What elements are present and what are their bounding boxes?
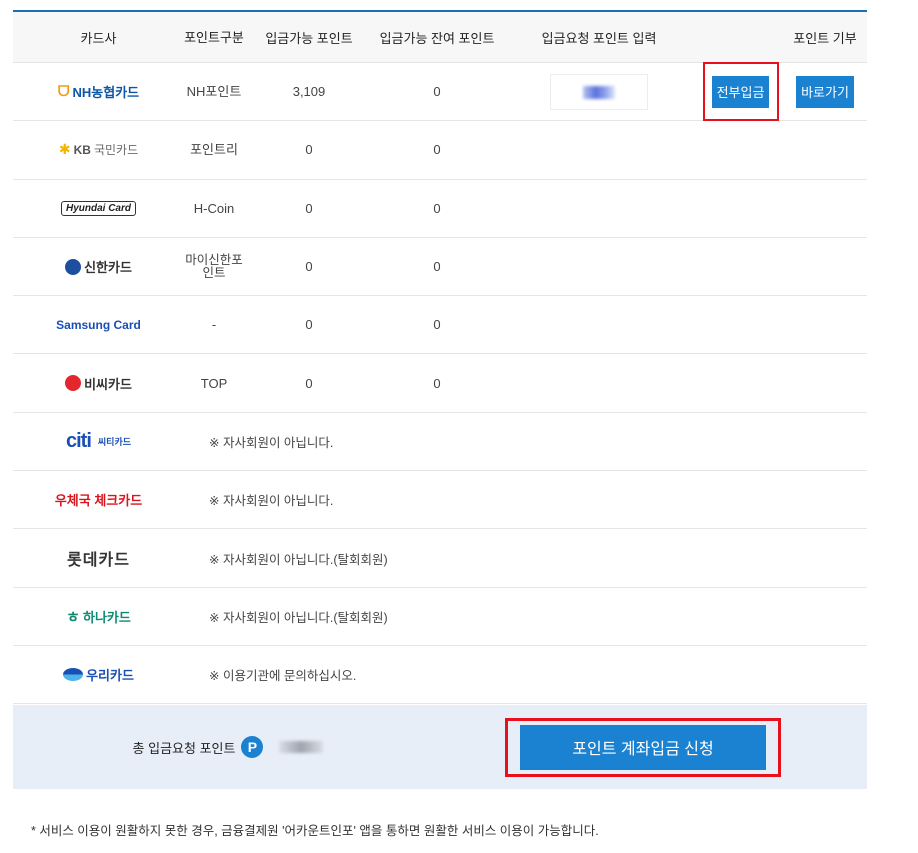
header-donate: 포인트 기부 xyxy=(793,30,857,46)
table-row: ㅎ 하나카드 ※ 자사회원이 아닙니다.(탈회회원) xyxy=(13,588,867,646)
donate-go-button[interactable]: 바로가기 xyxy=(796,75,854,108)
total-label: 총 입금요청 포인트 xyxy=(132,740,236,756)
bc-logo-icon xyxy=(65,375,82,392)
header-point-type: 포인트구분 xyxy=(184,29,244,45)
available-points: 0 xyxy=(305,317,313,333)
shinhan-logo-icon xyxy=(65,258,82,275)
table-header: 카드사 포인트구분 입금가능 포인트 입금가능 잔여 포인트 입금요청 포인트 … xyxy=(13,10,867,63)
point-type: - xyxy=(211,317,217,333)
apply-deposit-button[interactable]: 포인트 계좌입금 신청 xyxy=(520,724,766,770)
table-row: 우리카드 ※ 이용기관에 문의하십시오. xyxy=(13,646,867,705)
notice-text: ※ 자사회원이 아닙니다.(탈회회원) xyxy=(209,552,388,567)
table-row: 우체국 체크카드 ※ 자사회원이 아닙니다. xyxy=(13,471,867,530)
card-logo-woori: 우리카드 xyxy=(13,665,184,684)
card-logo-lotte: 롯데카드 xyxy=(67,552,130,570)
header-request-input: 입금요청 포인트 입력 xyxy=(541,30,657,46)
highlight-box: 포인트 계좌입금 신청 xyxy=(505,717,781,777)
header-available-points: 입금가능 포인트 xyxy=(265,30,353,46)
point-type: H-Coin xyxy=(193,200,235,216)
table-row: 비씨카드 TOP 0 0 xyxy=(13,354,867,413)
hana-logo-icon: ㅎ xyxy=(66,608,80,626)
point-table: 카드사 포인트구분 입금가능 포인트 입금가능 잔여 포인트 입금요청 포인트 … xyxy=(13,10,867,790)
card-logo-kb: ✱ KB 국민카드 xyxy=(58,141,139,158)
card-logo-post: 우체국 체크카드 xyxy=(54,493,143,509)
remaining-points: 0 xyxy=(433,375,441,391)
remaining-points: 0 xyxy=(433,84,441,100)
available-points: 0 xyxy=(305,200,313,216)
total-request-points: 총 입금요청 포인트 P xyxy=(13,736,443,759)
card-logo-citi: citi 씨티카드 xyxy=(65,429,132,452)
deposit-all-button[interactable]: 전부입금 xyxy=(711,75,770,108)
nh-logo-icon: ᗜ xyxy=(57,83,70,100)
card-logo-shinhan: 신한카드 xyxy=(13,257,184,276)
redacted-total xyxy=(279,741,324,754)
point-badge-icon: P xyxy=(241,736,264,759)
card-logo-samsung: Samsung Card xyxy=(56,317,141,332)
available-points: 0 xyxy=(305,375,313,391)
card-logo-hyundai: Hyundai Card xyxy=(13,200,184,216)
table-row: Hyundai Card H-Coin 0 0 xyxy=(13,180,867,238)
remaining-points: 0 xyxy=(433,142,441,158)
table-row: citi 씨티카드 ※ 자사회원이 아닙니다. xyxy=(13,413,867,472)
notice-text: ※ 이용기관에 문의하십시오. xyxy=(209,669,357,684)
card-logo-nh: ᗜ NH농협카드 xyxy=(57,83,140,101)
notice-text: ※ 자사회원이 아닙니다. xyxy=(209,494,334,509)
table-row: ✱ KB 국민카드 포인트리 0 0 xyxy=(13,121,867,180)
kb-star-icon: ✱ xyxy=(58,141,71,158)
available-points: 0 xyxy=(305,142,313,158)
point-type: NH포인트 xyxy=(186,84,242,100)
remaining-points: 0 xyxy=(433,259,441,275)
remaining-points: 0 xyxy=(433,317,441,333)
table-row: ᗜ NH농협카드 NH포인트 3,109 0 전부입금 바로가기 xyxy=(13,62,867,122)
notice-text: ※ 자사회원이 아닙니다.(탈회회원) xyxy=(209,610,388,625)
highlight-box: 전부입금 xyxy=(702,62,779,122)
woori-logo-icon xyxy=(63,668,84,682)
table-row: 신한카드 마이신한포인트 0 0 xyxy=(13,238,867,297)
card-logo-bc: 비씨카드 xyxy=(13,374,184,393)
point-type: 마이신한포인트 xyxy=(185,252,243,280)
available-points: 3,109 xyxy=(292,84,326,100)
point-type: 포인트리 xyxy=(190,142,238,158)
point-type: TOP xyxy=(200,375,228,391)
remaining-points: 0 xyxy=(433,200,441,216)
table-row: Samsung Card - 0 0 xyxy=(13,296,867,355)
notice-text: ※ 자사회원이 아닙니다. xyxy=(209,435,334,450)
available-points: 0 xyxy=(305,259,313,275)
header-remaining-points: 입금가능 잔여 포인트 xyxy=(379,30,495,46)
header-card-company: 카드사 xyxy=(80,30,117,46)
total-footer: 총 입금요청 포인트 P 포인트 계좌입금 신청 xyxy=(13,705,867,790)
card-logo-hana: ㅎ 하나카드 xyxy=(13,606,184,627)
table-row: 롯데카드 ※ 자사회원이 아닙니다.(탈회회원) xyxy=(13,529,867,588)
request-points-input[interactable] xyxy=(550,73,648,110)
bottom-note: * 서비스 이용이 원활하지 못한 경우, 금융결제원 '어카운트인포' 앱을 … xyxy=(31,824,599,838)
